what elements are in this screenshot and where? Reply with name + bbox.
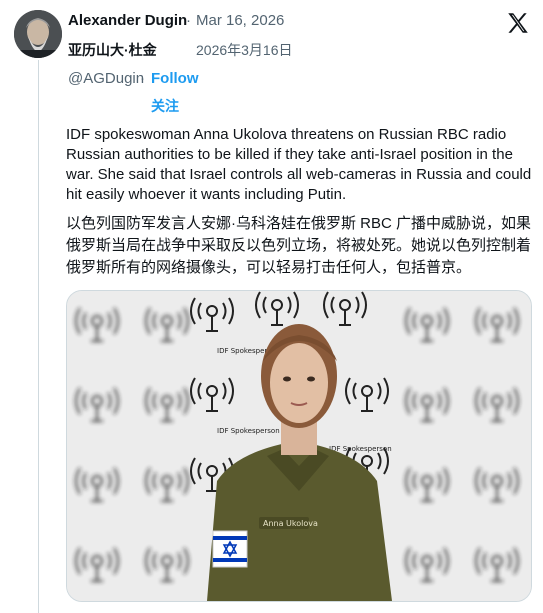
israel-flag-icon (212, 530, 248, 568)
handle-separator: · (140, 70, 145, 87)
post-media-image[interactable]: IDF Spokesperson IDF Spokesperson IDF Sp… (66, 290, 532, 602)
author-handle[interactable]: @AGDugin (68, 70, 144, 87)
face (270, 343, 328, 423)
post-text-translation: 以色列国防军发言人安娜·乌科洛娃在俄罗斯 RBC 广播中威胁说，如果俄罗斯当局在… (66, 215, 532, 276)
avatar[interactable] (14, 10, 62, 58)
thread-line (38, 60, 39, 613)
author-name-translation: 亚历山大·杜金 (68, 42, 157, 58)
post-text: IDF spokeswoman Anna Ukolova threatens o… (66, 126, 532, 203)
post-date[interactable]: Mar 16, 2026 (196, 12, 284, 29)
post-date-translation: 2026年3月16日 (196, 42, 293, 58)
follow-button[interactable]: Follow (151, 70, 199, 87)
x-logo-icon[interactable] (505, 10, 531, 36)
author-name[interactable]: Alexander Dugin (68, 12, 187, 29)
avatar-portrait (14, 10, 62, 58)
meta-separator: · (186, 12, 191, 29)
spokesperson-photo: IDF Spokesperson IDF Spokesperson IDF Sp… (67, 291, 531, 601)
backdrop-caption: IDF Spokesperson (329, 445, 392, 453)
backdrop-caption: IDF Spokesperson (217, 427, 280, 435)
name-tag-text: Anna Ukolova (263, 519, 318, 528)
follow-button-translation[interactable]: 关注 (151, 96, 179, 116)
